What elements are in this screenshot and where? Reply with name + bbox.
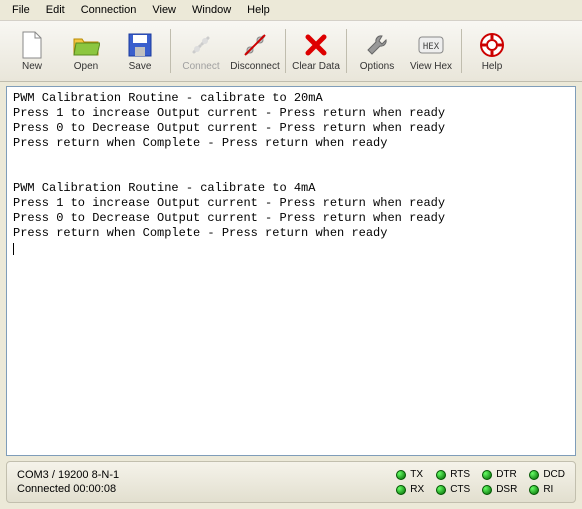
help-button[interactable]: Help: [466, 25, 518, 77]
separator: [461, 29, 462, 73]
connect-label: Connect: [182, 61, 219, 72]
led-cts: CTS: [436, 484, 470, 495]
options-label: Options: [360, 61, 394, 72]
save-label: Save: [129, 61, 152, 72]
open-button[interactable]: Open: [60, 25, 112, 77]
toolbar: New Open Save Connect Disconnect Clear D…: [0, 21, 582, 82]
new-label: New: [22, 61, 42, 72]
clear-x-icon: [302, 31, 330, 59]
separator: [346, 29, 347, 73]
status-connected: Connected 00:00:08: [17, 483, 396, 495]
open-folder-icon: [72, 31, 100, 59]
led-dtr: DTR: [482, 469, 517, 480]
view-hex-label: View Hex: [410, 61, 452, 72]
menu-connection[interactable]: Connection: [73, 2, 145, 18]
menu-window[interactable]: Window: [184, 2, 239, 18]
separator: [285, 29, 286, 73]
status-port: COM3 / 19200 8-N-1: [17, 469, 396, 481]
led-rx: RX: [396, 484, 424, 495]
disconnect-icon: [241, 31, 269, 59]
open-label: Open: [74, 61, 98, 72]
led-dcd: DCD: [529, 469, 565, 480]
led-tx: TX: [396, 469, 424, 480]
help-lifering-icon: [478, 31, 506, 59]
led-icon: [482, 485, 492, 495]
separator: [170, 29, 171, 73]
connect-button: Connect: [175, 25, 227, 77]
terminal-output[interactable]: PWM Calibration Routine - calibrate to 2…: [6, 86, 576, 456]
options-button[interactable]: Options: [351, 25, 403, 77]
led-rts: RTS: [436, 469, 470, 480]
disconnect-label: Disconnect: [230, 61, 279, 72]
save-button[interactable]: Save: [114, 25, 166, 77]
menu-help[interactable]: Help: [239, 2, 278, 18]
help-label: Help: [482, 61, 503, 72]
new-file-icon: [18, 31, 46, 59]
status-bar: COM3 / 19200 8-N-1 Connected 00:00:08 TX…: [6, 461, 576, 503]
led-dsr: DSR: [482, 484, 517, 495]
disconnect-button[interactable]: Disconnect: [229, 25, 281, 77]
svg-text:HEX: HEX: [423, 42, 440, 52]
connect-icon: [187, 31, 215, 59]
view-hex-button[interactable]: HEX View Hex: [405, 25, 457, 77]
menubar: File Edit Connection View Window Help: [0, 0, 582, 21]
menu-edit[interactable]: Edit: [38, 2, 73, 18]
status-leds: TX RTS DTR DCD RX CTS DSR RI: [396, 469, 565, 495]
hex-icon: HEX: [417, 31, 445, 59]
clear-data-label: Clear Data: [292, 61, 340, 72]
status-left: COM3 / 19200 8-N-1 Connected 00:00:08: [17, 469, 396, 495]
save-disk-icon: [126, 31, 154, 59]
led-icon: [396, 470, 406, 480]
clear-data-button[interactable]: Clear Data: [290, 25, 342, 77]
led-ri: RI: [529, 484, 565, 495]
options-wrench-icon: [363, 31, 391, 59]
led-icon: [396, 485, 406, 495]
led-icon: [436, 485, 446, 495]
led-icon: [482, 470, 492, 480]
new-button[interactable]: New: [6, 25, 58, 77]
led-icon: [529, 485, 539, 495]
menu-file[interactable]: File: [4, 2, 38, 18]
menu-view[interactable]: View: [144, 2, 184, 18]
led-icon: [529, 470, 539, 480]
led-icon: [436, 470, 446, 480]
